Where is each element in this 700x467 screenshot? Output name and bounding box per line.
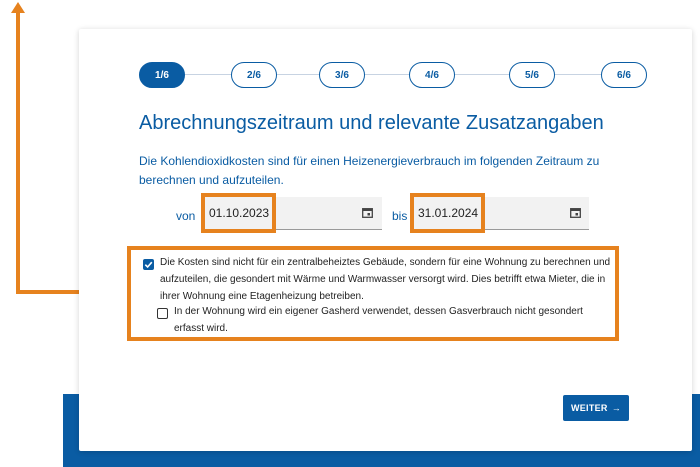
period-description: Die Kohlendioxidkosten sind für einen He… <box>139 154 600 187</box>
central-heating-checkbox[interactable] <box>143 259 154 270</box>
step-5[interactable]: 5/6 <box>509 62 555 88</box>
step-3[interactable]: 3/6 <box>319 62 365 88</box>
form-card <box>79 29 692 451</box>
from-date-field[interactable] <box>205 197 382 230</box>
from-date-input[interactable] <box>205 197 279 229</box>
step-connector <box>363 74 409 75</box>
to-date-input[interactable] <box>414 197 488 229</box>
step-1[interactable]: 1/6 <box>139 62 185 88</box>
checkmark-icon <box>144 261 152 268</box>
step-6[interactable]: 6/6 <box>601 62 647 88</box>
gas-stove-checkbox[interactable] <box>157 308 168 319</box>
calendar-icon[interactable] <box>362 207 373 218</box>
from-label: von <box>176 209 196 223</box>
step-indicator: 1/6 2/6 3/6 4/6 5/6 6/6 <box>139 62 647 88</box>
next-button-label: WEITER <box>570 403 608 413</box>
step-connector <box>183 74 231 75</box>
calendar-icon[interactable] <box>570 207 581 218</box>
annotation-arrow-head-icon <box>11 2 25 13</box>
step-connector <box>275 74 319 75</box>
step-connector <box>453 74 509 75</box>
arrow-right-icon: → <box>611 403 622 413</box>
central-heating-label[interactable]: Die Kosten sind nicht für ein zentralbeh… <box>160 254 612 305</box>
page-title: Abrechnungszeitraum und relevante Zusatz… <box>139 112 604 134</box>
next-button[interactable]: WEITER → <box>563 395 629 421</box>
step-connector <box>553 74 601 75</box>
to-date-field[interactable] <box>414 197 589 230</box>
gas-stove-label[interactable]: In der Wohnung wird ein eigener Gasherd … <box>174 303 614 337</box>
step-2[interactable]: 2/6 <box>231 62 277 88</box>
step-4[interactable]: 4/6 <box>409 62 455 88</box>
annotation-arrow-shaft <box>16 12 20 294</box>
to-label: bis <box>392 209 408 223</box>
